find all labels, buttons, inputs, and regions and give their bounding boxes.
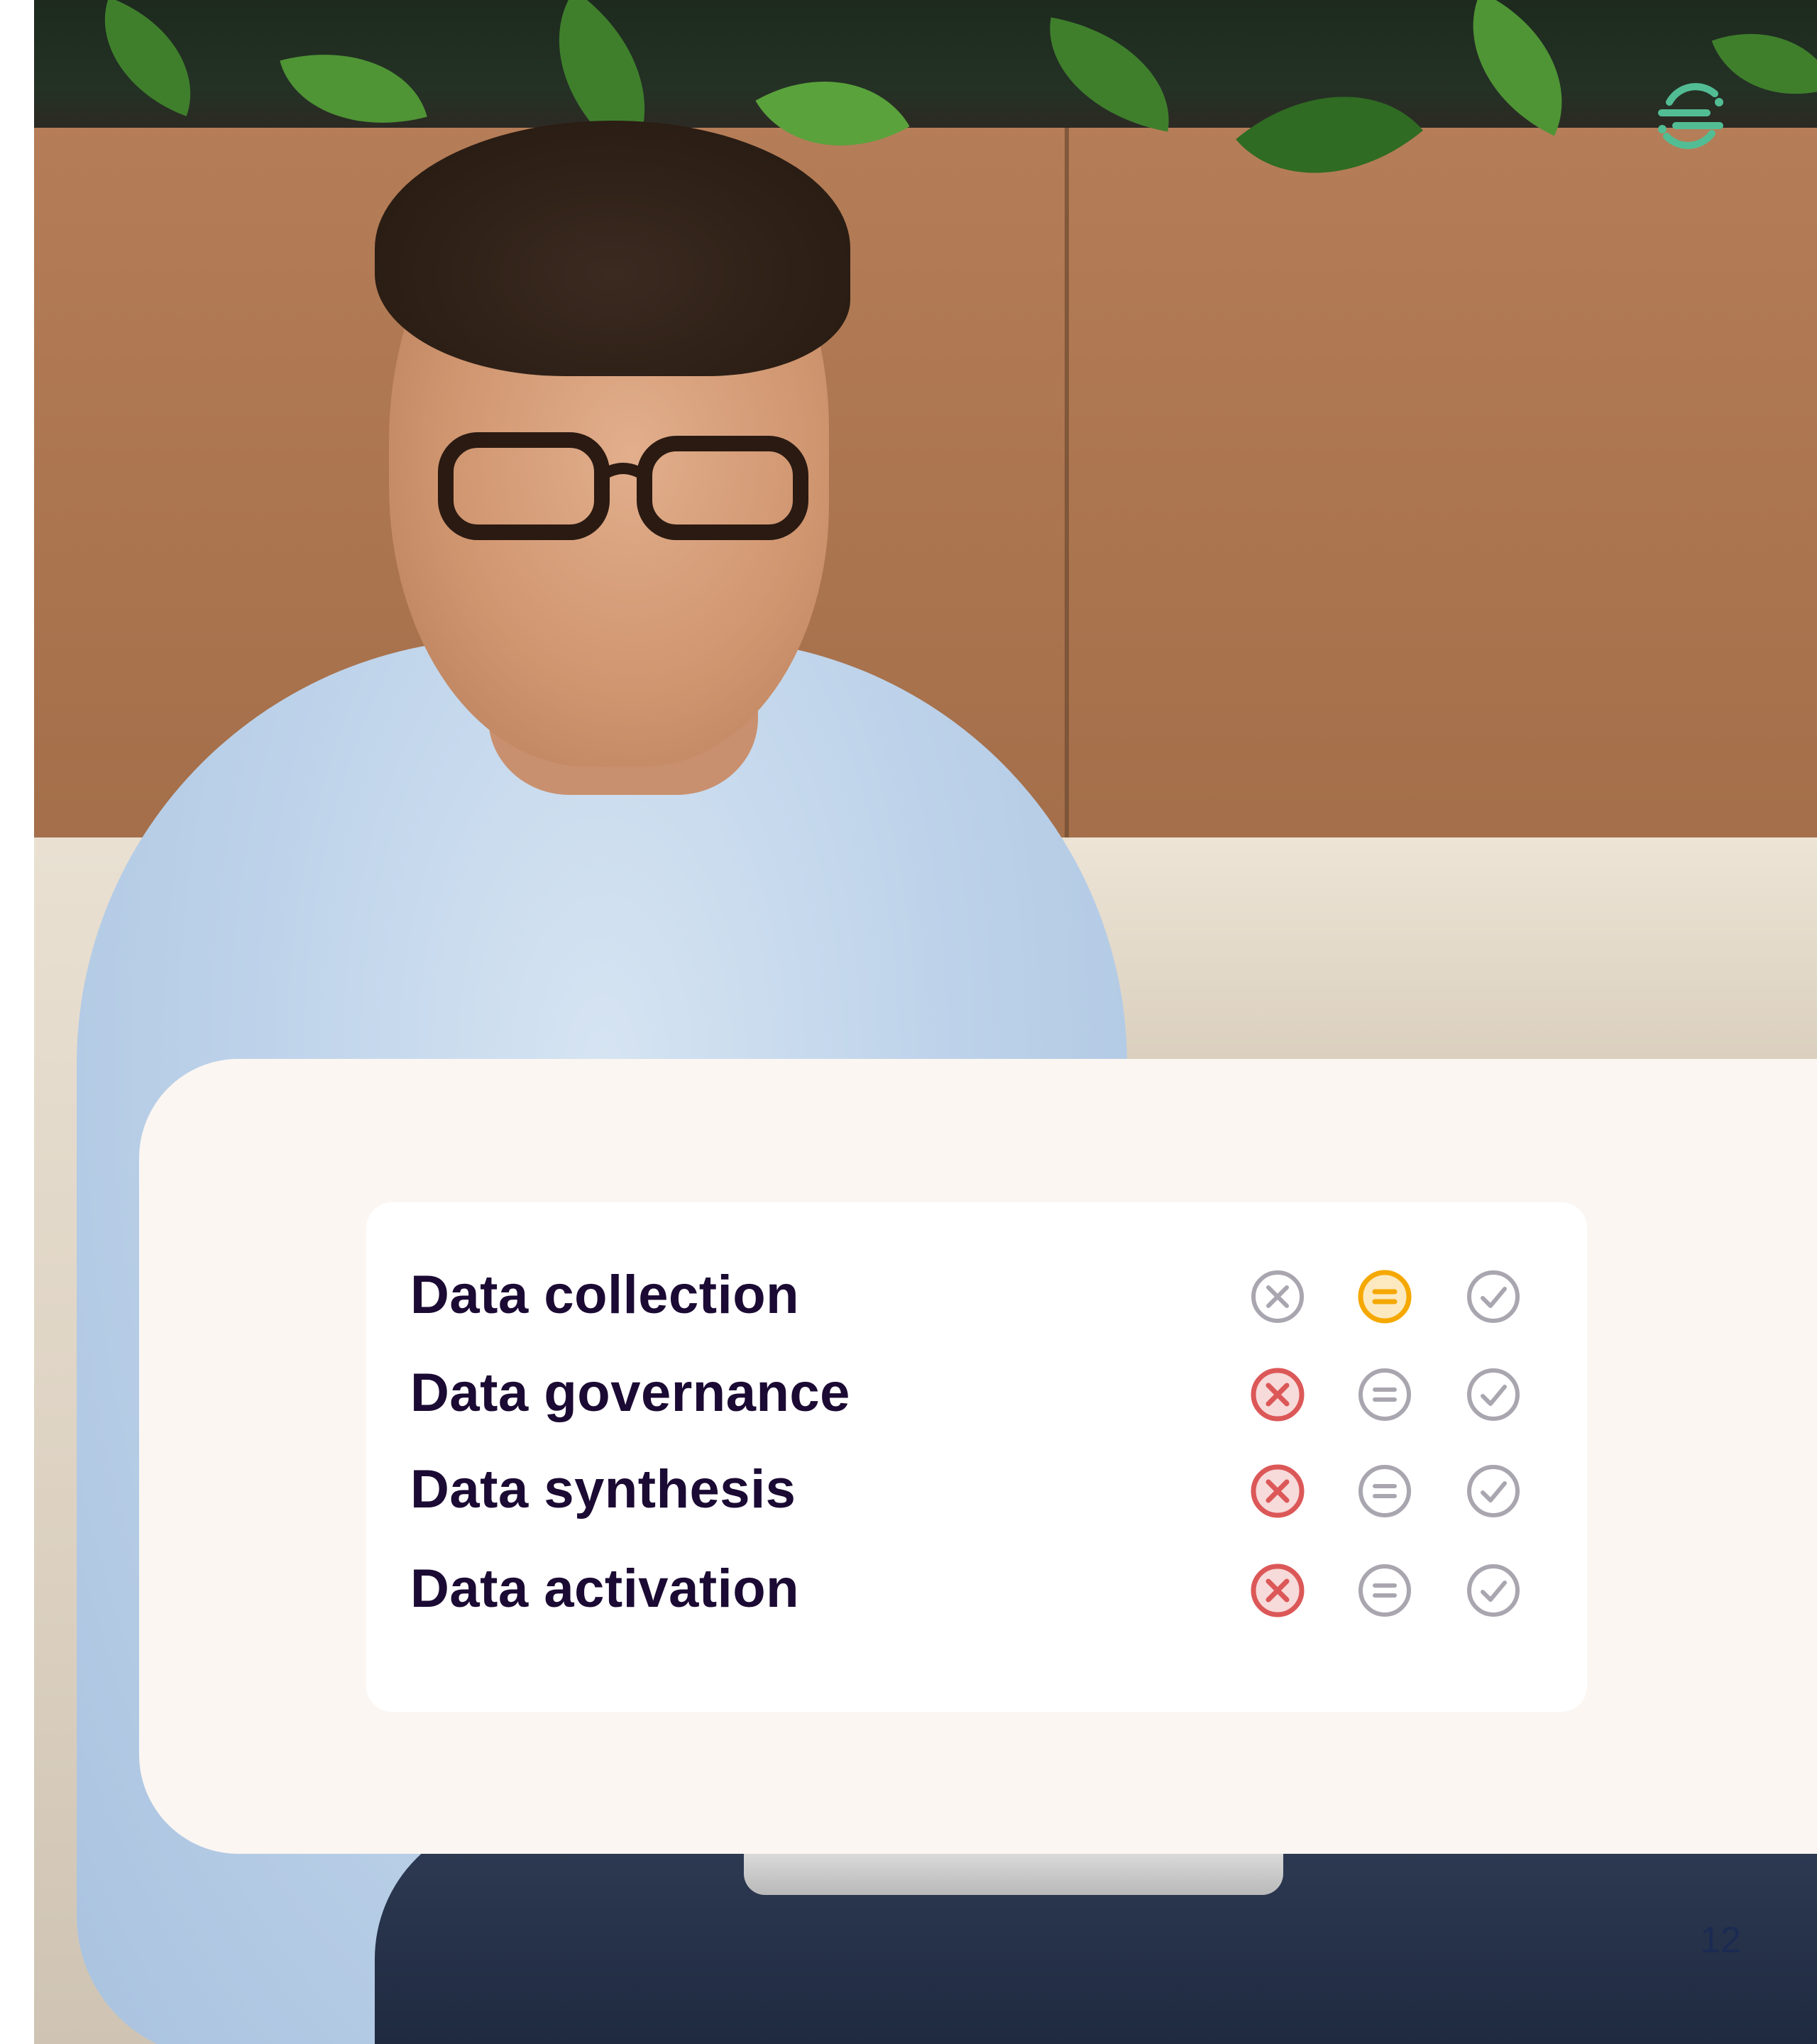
equals-circle-icon [1358,1270,1412,1324]
equals-circle-icon [1358,1368,1411,1421]
wood-panel-seam [1065,128,1069,894]
page-number: 12 [1700,1920,1741,1961]
row-label: Data collection [410,1265,800,1325]
equals-circle-icon [1358,1564,1411,1617]
check-circle-icon [1467,1270,1520,1323]
row-label: Data governance [410,1363,850,1423]
row-data-governance: Data governance [410,1354,1546,1432]
row-data-activation: Data activation [410,1550,1546,1628]
check-circle-icon [1467,1465,1520,1517]
row-label: Data synthesis [410,1459,796,1520]
x-circle-icon [1251,1464,1305,1518]
row-data-synthesis: Data synthesis [410,1451,1546,1529]
row-label: Data activation [410,1559,800,1619]
glasses [438,432,808,540]
row-data-collection: Data collection [410,1256,1546,1334]
equals-circle-icon [1358,1465,1411,1517]
x-circle-icon [1251,1564,1305,1617]
x-circle-icon [1251,1270,1304,1323]
x-circle-icon [1251,1368,1305,1422]
segment-logo-icon [1658,83,1723,149]
check-circle-icon [1467,1564,1520,1617]
check-circle-icon [1467,1368,1520,1421]
comparison-card: Data collection Data governance Data syn… [366,1202,1587,1712]
person-hair [375,121,850,376]
